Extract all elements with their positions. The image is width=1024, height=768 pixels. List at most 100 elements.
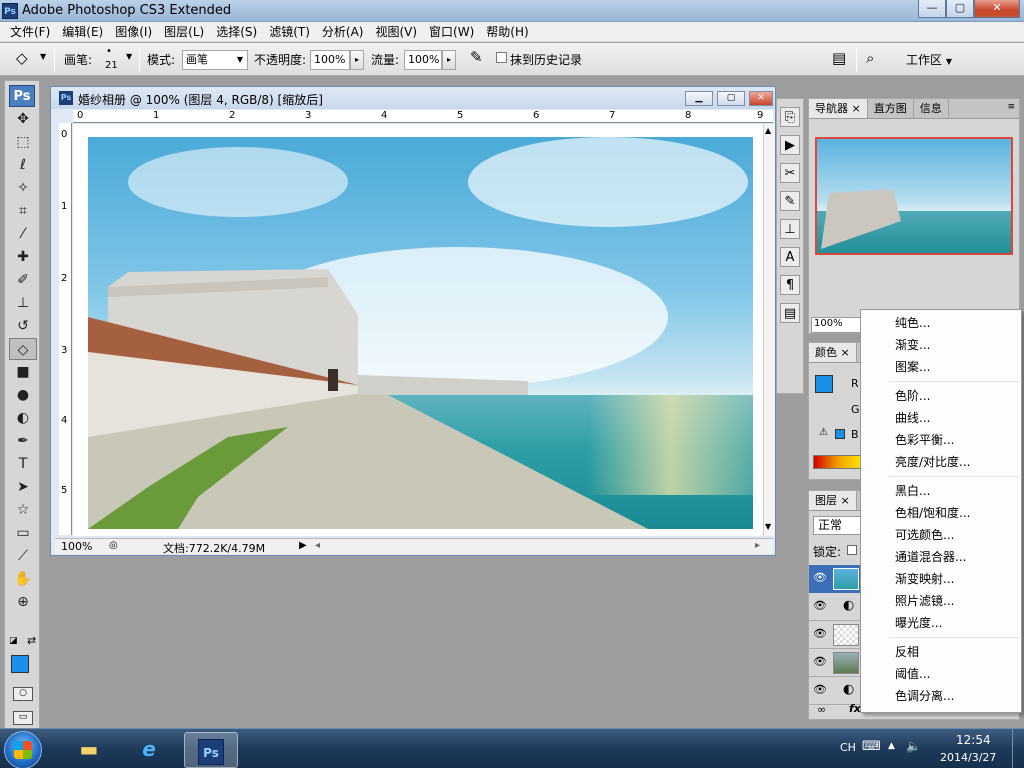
blur-tool-icon[interactable]: ● [9,384,37,406]
scroll-left-icon[interactable]: ◂ [315,540,320,551]
magic-wand-tool-icon[interactable]: ✧ [9,177,37,199]
menu-item-selective-color[interactable]: 可选颜色... [861,524,1021,546]
menu-filter[interactable]: 滤镜(T) [263,23,316,41]
lock-transparency-checkbox[interactable] [847,545,857,555]
show-hidden-icons-icon[interactable]: ▲ [888,741,895,751]
clone-stamp-tool-icon[interactable]: ⊥ [9,292,37,314]
visibility-eye-icon[interactable]: 👁 [813,683,827,696]
tab-histogram[interactable]: 直方图 [868,99,914,118]
paragraph-panel-icon[interactable]: ¶ [780,275,800,295]
preset-dropdown-icon[interactable]: ▼ [40,52,46,61]
close-button[interactable]: ✕ [974,0,1020,18]
menu-image[interactable]: 图像(I) [109,23,158,41]
eraser-tool-icon[interactable]: ◇ [9,338,37,360]
gradient-tool-icon[interactable]: ■ [9,361,37,383]
flow-input[interactable]: 100% [404,50,442,70]
keyboard-icon[interactable]: ⌨ [862,739,881,754]
tab-color[interactable]: 颜色 × [809,343,857,362]
minimize-button[interactable]: — [918,0,946,18]
menu-item-pattern[interactable]: 图案... [861,356,1021,378]
layer-comps-panel-icon[interactable]: ▤ [780,303,800,323]
close-icon[interactable]: × [852,102,861,115]
mode-select[interactable]: 画笔 ▼ [182,50,248,70]
layer-row[interactable]: 👁 ◐ [809,593,861,621]
status-menu-arrow-icon[interactable]: ▶ [299,540,307,551]
layer-row[interactable]: 👁 [809,649,861,677]
zoom-level[interactable]: 100% [61,540,92,553]
flow-slider-arrow-icon[interactable]: ▸ [442,50,456,70]
internet-explorer-taskbar-icon[interactable]: e [122,732,176,768]
menu-item-invert[interactable]: 反相 [861,641,1021,663]
doc-close-button[interactable]: ✕ [749,91,773,106]
menu-item-gradient-map[interactable]: 渐变映射... [861,568,1021,590]
menu-file[interactable]: 文件(F) [4,23,56,41]
menu-item-posterize[interactable]: 色调分离... [861,685,1021,707]
menu-analysis[interactable]: 分析(A) [316,23,370,41]
start-button[interactable] [4,731,42,768]
layer-row[interactable]: 👁 [809,621,861,649]
menu-item-channel-mixer[interactable]: 通道混合器... [861,546,1021,568]
airbrush-icon[interactable]: ✎ [470,48,483,66]
visibility-eye-icon[interactable]: 👁 [813,599,827,612]
canvas[interactable] [73,124,763,536]
history-brush-tool-icon[interactable]: ↺ [9,315,37,337]
layer-row[interactable]: 👁 ◐ [809,677,861,705]
clock-date[interactable]: 2014/3/27 [940,751,996,764]
swap-colors-icon[interactable]: ⇄ [27,634,36,647]
menu-edit[interactable]: 编辑(E) [56,23,109,41]
marquee-tool-icon[interactable]: ⬚ [9,131,37,153]
shape-tool-icon[interactable]: ☆ [9,499,37,521]
status-preview-icon[interactable]: ◎ [109,540,118,551]
panel-menu-icon[interactable]: ≡ [1007,102,1015,112]
menu-window[interactable]: 窗口(W) [423,23,480,41]
clock-time[interactable]: 12:54 [956,733,991,747]
scroll-up-icon[interactable]: ▲ [765,126,771,135]
screen-mode-icon[interactable]: ▭ [13,711,33,725]
zoom-tool-icon[interactable]: ⊕ [9,591,37,613]
history-panel-icon[interactable]: ⎘ [780,107,800,127]
layer-row-selected[interactable]: 👁 [809,565,861,593]
type-tool-icon[interactable]: T [9,453,37,475]
actions-panel-icon[interactable]: ▶ [780,135,800,155]
pen-tool-icon[interactable]: ✒ [9,430,37,452]
menu-item-brightness-contrast[interactable]: 亮度/对比度... [861,451,1021,473]
close-icon[interactable]: × [841,494,850,507]
brushes-panel-icon[interactable]: ✎ [780,191,800,211]
menu-item-color-balance[interactable]: 色彩平衡... [861,429,1021,451]
maximize-button[interactable]: ▢ [946,0,974,18]
menu-item-levels[interactable]: 色阶... [861,385,1021,407]
tab-navigator[interactable]: 导航器 × [809,99,868,118]
show-desktop-button[interactable] [1012,729,1024,768]
navigator-zoom-input[interactable]: 100% [811,317,861,333]
crop-tool-icon[interactable]: ⌗ [9,200,37,222]
healing-brush-tool-icon[interactable]: ✚ [9,246,37,268]
scroll-down-icon[interactable]: ▼ [765,522,771,531]
menu-view[interactable]: 视图(V) [369,23,423,41]
navigator-thumbnail[interactable] [815,137,1013,255]
eraser-tool-preset-icon[interactable]: ◇ [16,49,28,67]
tab-layers[interactable]: 图层 × [809,491,857,510]
default-colors-icon[interactable]: ◪ [9,636,18,646]
menu-item-curves[interactable]: 曲线... [861,407,1021,429]
character-panel-icon[interactable]: A [780,247,800,267]
dodge-tool-icon[interactable]: ◐ [9,407,37,429]
brush-dot-icon[interactable]: • [106,46,112,57]
clone-source-panel-icon[interactable]: ⊥ [780,219,800,239]
web-safe-swatch[interactable] [835,429,845,439]
workspace-button[interactable]: 工作区 ▼ [906,51,952,68]
notes-tool-icon[interactable]: ▭ [9,522,37,544]
foreground-color-swatch[interactable] [11,655,29,673]
menu-select[interactable]: 选择(S) [210,23,263,41]
slice-tool-icon[interactable]: ⁄ [9,223,37,245]
gamut-warning-icon[interactable]: ⚠ [819,427,828,438]
menu-item-black-white[interactable]: 黑白... [861,480,1021,502]
menu-layer[interactable]: 图层(L) [158,23,210,41]
doc-maximize-button[interactable]: ▢ [717,91,745,106]
menu-help[interactable]: 帮助(H) [480,23,534,41]
color-panel-foreground-swatch[interactable] [815,375,833,393]
path-selection-tool-icon[interactable]: ➤ [9,476,37,498]
photoshop-taskbar-button[interactable]: Ps [184,732,238,768]
doc-minimize-button[interactable]: ▁ [685,91,713,106]
color-spectrum-bar[interactable] [813,455,863,469]
bridge-icon[interactable]: ⌕ [866,49,874,67]
